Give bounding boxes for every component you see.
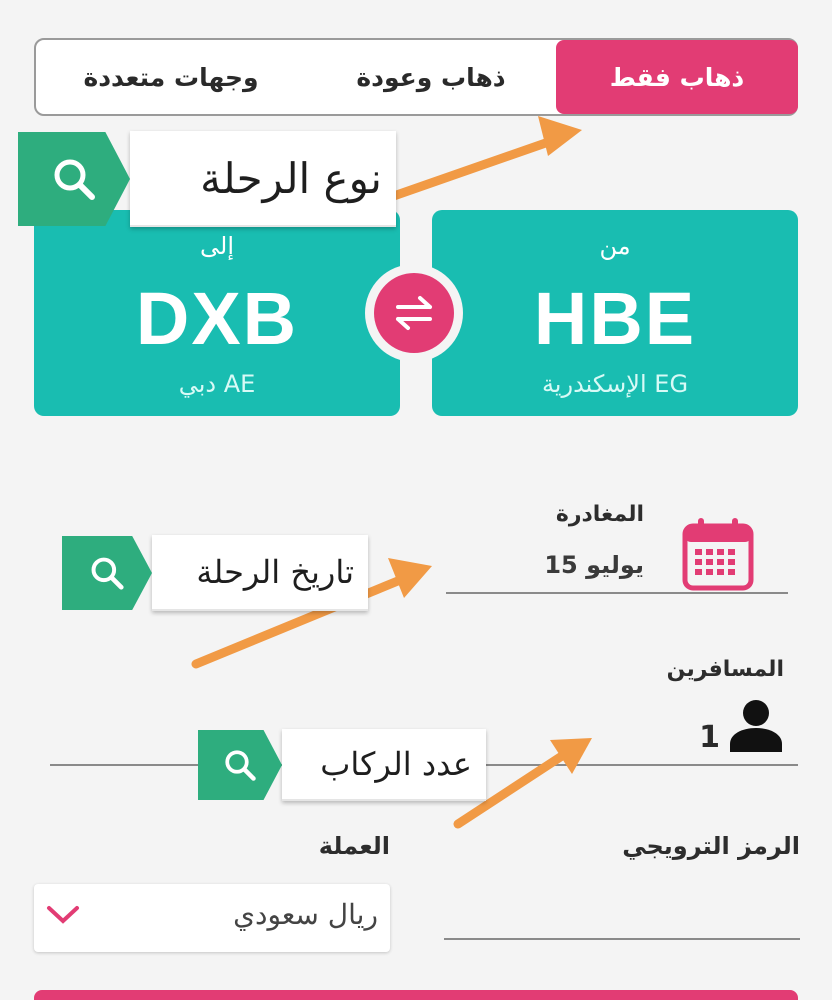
- swap-arrows-icon: [396, 296, 432, 330]
- origin-city-name: الإسكندرية: [541, 370, 647, 398]
- swap-button[interactable]: [365, 264, 463, 362]
- origin-card[interactable]: من HBE الإسكندرية EG: [432, 210, 798, 416]
- annotation-trip-type: نوع الرحلة: [18, 131, 396, 227]
- destination-direction-label: إلى: [200, 232, 234, 260]
- passengers-label: المسافرين: [666, 657, 784, 682]
- calendar-icon[interactable]: [682, 516, 754, 592]
- promo-code-input[interactable]: [444, 876, 798, 932]
- chevron-down-icon: [47, 906, 79, 924]
- passenger-count[interactable]: 1: [680, 720, 720, 755]
- annotation-trip-date-label: تاريخ الرحلة: [152, 535, 368, 611]
- tab-one-way[interactable]: ذهاب فقط: [556, 40, 798, 114]
- tab-round-trip[interactable]: ذهاب وعودة: [306, 40, 556, 114]
- currency-select[interactable]: ريال سعودي: [34, 884, 390, 952]
- origin-city: الإسكندرية EG: [432, 370, 798, 398]
- currency-label: العملة: [318, 832, 390, 860]
- destination-code: DXB: [135, 277, 299, 360]
- magnifier-icon: [91, 557, 124, 590]
- destination-city-name: دبي: [178, 370, 217, 398]
- departure-date-value[interactable]: 15 يوليو: [520, 551, 644, 579]
- origin-code: HBE: [533, 277, 697, 360]
- origin-country: EG: [654, 370, 689, 398]
- promo-underline: [444, 938, 800, 940]
- person-icon[interactable]: [728, 698, 784, 752]
- annotation-trip-type-label: نوع الرحلة: [130, 131, 396, 227]
- annotation-passenger-count: عدد الركاب: [198, 729, 486, 801]
- origin-direction-label: من: [599, 232, 631, 260]
- destination-country: AE: [223, 370, 256, 398]
- destination-card[interactable]: إلى DXB دبي AE: [34, 210, 400, 416]
- search-button[interactable]: [34, 990, 798, 1000]
- tab-multi-city[interactable]: وجهات متعددة: [36, 40, 306, 114]
- currency-value: ريال سعودي: [233, 898, 378, 931]
- annotation-trip-date: تاريخ الرحلة: [62, 535, 368, 611]
- departure-label: المغادرة: [555, 502, 644, 527]
- magnifier-icon: [225, 750, 256, 781]
- trip-type-selector: وجهات متعددة ذهاب وعودة ذهاب فقط: [34, 38, 798, 116]
- annotation-arrowhead-trip-date: [388, 558, 432, 598]
- annotation-arrowhead-passengers: [550, 738, 592, 774]
- destination-city: دبي AE: [34, 370, 400, 398]
- magnifier-icon: [54, 159, 95, 200]
- annotation-passenger-count-label: عدد الركاب: [282, 729, 486, 801]
- promo-code-label: الرمز الترويجي: [622, 832, 800, 860]
- annotation-arrowhead-trip-type: [538, 116, 582, 156]
- departure-underline: [446, 592, 788, 594]
- annotation-arrow-trip-type: [383, 133, 565, 203]
